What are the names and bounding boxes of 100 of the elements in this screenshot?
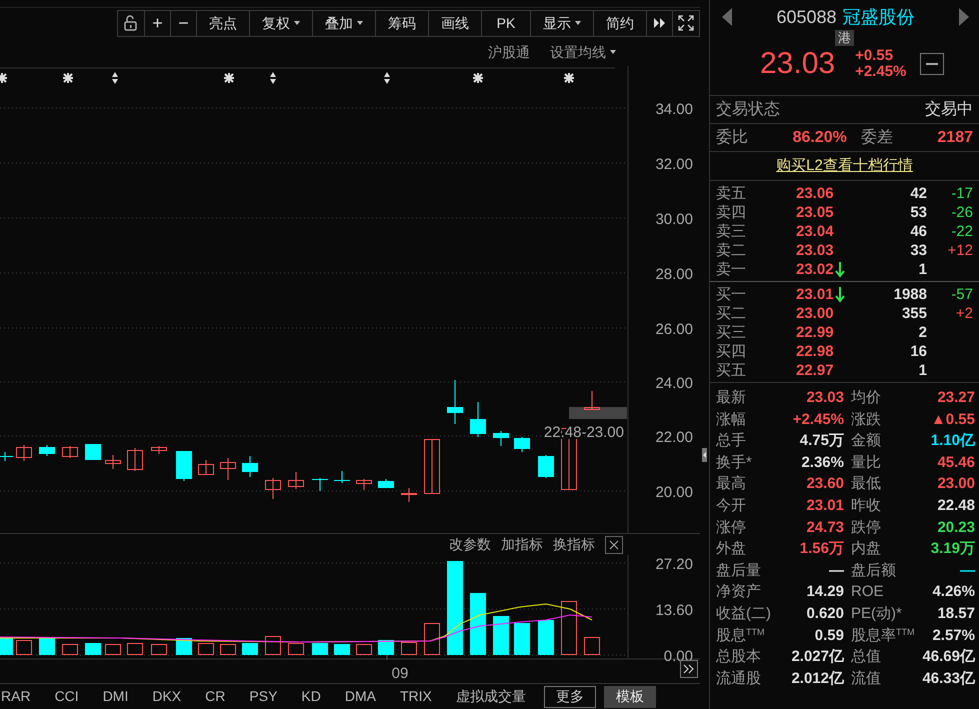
toolbar-button[interactable]: 模板: [604, 686, 656, 708]
volume-bar: [151, 644, 167, 655]
toolbar-button[interactable]: PK: [481, 10, 531, 36]
market-badge: 港: [835, 30, 854, 46]
indicator-tab[interactable]: 虚拟成交量: [444, 686, 538, 708]
toolbar-button[interactable]: 叠加: [312, 10, 376, 36]
fast-forward-button[interactable]: [646, 10, 673, 36]
scroll-right-button[interactable]: [680, 660, 698, 678]
order-level-label: 卖三: [716, 222, 747, 241]
volume-bar: [470, 593, 486, 655]
splitter-handle[interactable]: [702, 448, 707, 462]
stat-label: 流值: [850, 668, 882, 689]
volume-bar: [401, 642, 417, 655]
order-level-label: 卖一: [716, 260, 747, 279]
indicator-action-link[interactable]: 改参数: [449, 534, 491, 555]
lock-button[interactable]: [117, 10, 145, 36]
ratio-value: 2187: [937, 128, 973, 148]
indicator-tab[interactable]: CR: [193, 686, 238, 708]
stat-value: 46.69亿: [921, 647, 975, 668]
close-button[interactable]: [605, 536, 623, 554]
up-down-arrow-icon: [270, 72, 276, 84]
order-price: 23.06: [796, 184, 834, 203]
minus-button[interactable]: [920, 53, 944, 75]
candlestick: [401, 488, 417, 502]
toolbar-button[interactable]: −: [170, 10, 197, 36]
stat-value: 4.26%: [931, 582, 975, 602]
indicator-tab[interactable]: DMI: [90, 686, 140, 708]
candlestick: [127, 448, 143, 472]
order-volume: 46: [909, 222, 927, 241]
candlestick: [16, 444, 32, 462]
ma-settings-menu[interactable]: 设置均线: [550, 42, 616, 62]
order-change: +2: [956, 305, 973, 322]
indicator-tab[interactable]: DMA: [332, 686, 388, 708]
stat-label: 内盘: [850, 539, 882, 560]
candlestick: [151, 446, 167, 454]
toolbar-button[interactable]: 复权: [249, 10, 313, 36]
stat-value: 14.29: [805, 582, 844, 602]
stat-label: 股息$^{TTM}$: [716, 626, 766, 646]
order-volume: 1988: [892, 285, 927, 304]
toolbar-button[interactable]: 简约: [593, 10, 647, 36]
order-level-label: 卖五: [716, 184, 747, 203]
volume-bar: [220, 644, 236, 655]
volume-bar: [105, 644, 121, 655]
volume-bar: [39, 638, 55, 655]
order-volume: 33: [909, 241, 927, 260]
price-axis-label: 20.00: [655, 484, 693, 501]
stat-value: 18.57: [936, 604, 975, 624]
indicator-tab[interactable]: KD: [289, 686, 333, 708]
toolbar-button[interactable]: 亮点: [196, 10, 250, 36]
stat-value: +2.45%: [792, 410, 844, 430]
candlestick: [198, 460, 214, 475]
stat-label: 盘后量: [716, 560, 762, 581]
candlestick: [514, 436, 530, 452]
stat-label: 盘后额: [850, 560, 897, 581]
market-link[interactable]: 沪股通: [488, 42, 530, 62]
upgrade-link[interactable]: 购买L2查看十档行情: [776, 154, 913, 178]
candlestick: [424, 438, 440, 494]
order-volume: 2: [918, 323, 927, 342]
stat-value: 2.012亿: [790, 668, 844, 689]
indicator-action-link[interactable]: 加指标: [501, 534, 543, 555]
lock-icon: [123, 15, 139, 31]
stat-value: 2.57%: [931, 626, 975, 646]
toolbar-button[interactable]: 筹码: [375, 10, 429, 36]
order-level-label: 买三: [716, 323, 747, 342]
candlestick: [312, 478, 328, 492]
candlestick: [220, 458, 236, 480]
right-triangle-icon: [958, 8, 969, 26]
volume-bar: [16, 640, 32, 655]
toolbar-button[interactable]: 更多: [544, 686, 596, 708]
candlestick: [0, 452, 13, 462]
stat-value: 23.03: [805, 388, 844, 408]
indicator-tab[interactable]: DKX: [140, 686, 194, 708]
candlestick: [493, 430, 509, 446]
order-volume: 1: [918, 361, 927, 380]
stat-value: 23.00: [936, 474, 975, 494]
stat-value: 4.75万: [798, 431, 844, 452]
candlestick: [288, 472, 304, 490]
indicator-tab[interactable]: CCI: [42, 686, 91, 708]
volume-bar: [514, 623, 530, 655]
order-price: 23.02: [796, 260, 834, 279]
volume-bar: [584, 637, 600, 655]
candlestick: [378, 478, 394, 488]
indicator-tab[interactable]: RAR: [0, 686, 43, 708]
order-change: -17: [951, 185, 973, 202]
order-price: 23.03: [796, 241, 834, 260]
volume-bar: [334, 644, 350, 655]
toolbar-button[interactable]: 画线: [428, 10, 482, 36]
fullscreen-button[interactable]: [672, 10, 700, 36]
stat-label: 外盘: [716, 539, 747, 560]
stock-code: 605088: [776, 6, 837, 28]
indicator-tab[interactable]: PSY: [237, 686, 290, 708]
stat-label: 流通股: [716, 668, 762, 689]
indicator-tab[interactable]: TRIX: [388, 686, 444, 708]
volume-bar: [288, 643, 304, 655]
toolbar-button[interactable]: 显示: [530, 10, 594, 36]
stat-label: 跌停: [850, 518, 882, 538]
indicator-action-link[interactable]: 换指标: [553, 534, 595, 555]
volume-axis-label: 13.60: [655, 602, 693, 619]
toolbar-button[interactable]: +: [144, 10, 171, 36]
order-change: +12: [948, 242, 973, 259]
